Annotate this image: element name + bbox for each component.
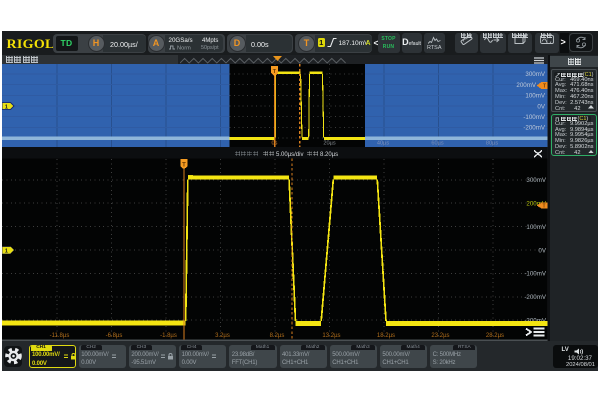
- svg-text:300mV: 300mV: [525, 71, 545, 78]
- svg-text:-1.8µs: -1.8µs: [160, 333, 177, 339]
- svg-text:T: T: [543, 204, 546, 210]
- svg-text:-6.8µs: -6.8µs: [106, 333, 123, 339]
- svg-text:300mV: 300mV: [526, 177, 546, 184]
- svg-text:T: T: [182, 162, 186, 168]
- svg-text:-100mV: -100mV: [523, 114, 546, 121]
- svg-text:60µs: 60µs: [431, 141, 443, 147]
- svg-text:3.2µs: 3.2µs: [215, 333, 230, 339]
- svg-text:0V: 0V: [537, 103, 545, 110]
- svg-text:T: T: [543, 84, 546, 90]
- svg-text:18.2µs: 18.2µs: [377, 333, 395, 339]
- svg-text:5.00µs/div: 5.00µs/div: [276, 152, 303, 158]
- svg-text:100mV: 100mV: [525, 93, 545, 100]
- svg-text:23.2µs: 23.2µs: [431, 333, 449, 339]
- svg-text:80µs: 80µs: [486, 141, 498, 147]
- svg-text:200mV: 200mV: [516, 82, 536, 89]
- svg-text:0V: 0V: [538, 247, 546, 254]
- svg-text:40µs: 40µs: [377, 141, 389, 147]
- svg-text:8.20µs: 8.20µs: [320, 152, 338, 158]
- svg-text:-200mV: -200mV: [523, 125, 546, 132]
- svg-text:-100mV: -100mV: [524, 271, 547, 278]
- svg-text:-11.8µs: -11.8µs: [50, 333, 70, 339]
- svg-text:20µs: 20µs: [323, 141, 335, 147]
- svg-text:8.2µs: 8.2µs: [270, 333, 285, 339]
- svg-text:100mV: 100mV: [526, 224, 546, 231]
- svg-text:28.2µs: 28.2µs: [486, 333, 504, 339]
- svg-text:-200mV: -200mV: [524, 294, 547, 301]
- svg-text:13.2µs: 13.2µs: [322, 333, 340, 339]
